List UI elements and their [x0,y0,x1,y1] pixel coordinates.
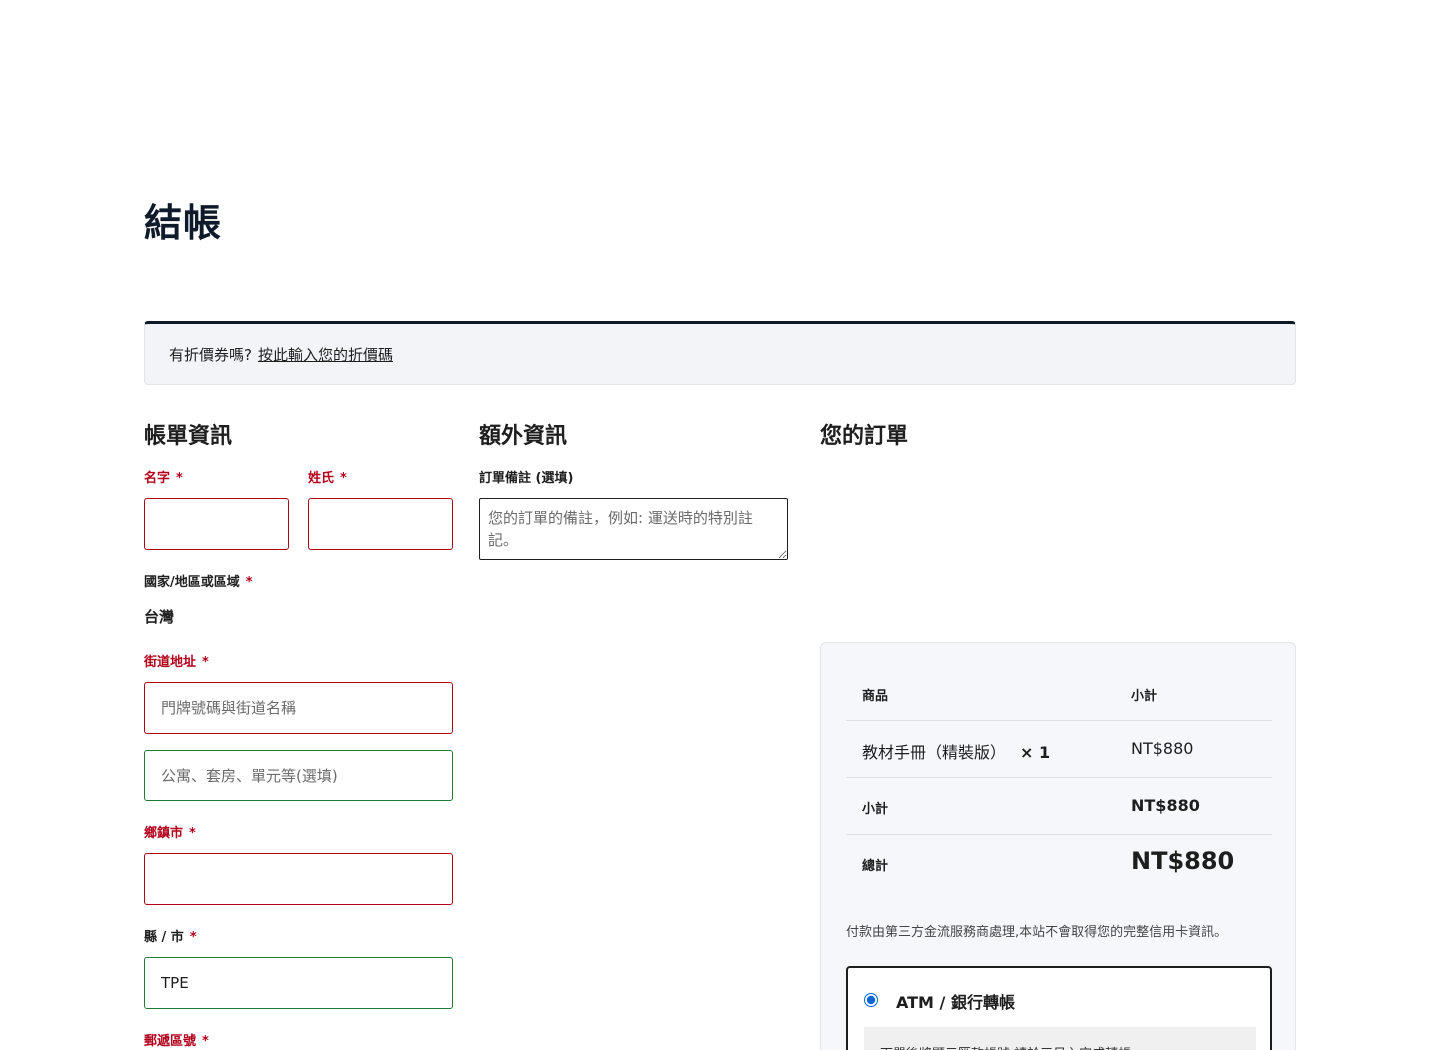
order-item-name: 教材手冊（精裝版） × 1 [862,739,1050,763]
address-line2-input[interactable] [144,750,453,801]
payment-method-atm[interactable]: ATM / 銀行轉帳 下單後將顯示匯款帳號,請於三日內完成轉帳。 [846,966,1272,1050]
order-table-header: 商品 小計 [846,663,1272,721]
order-item-price: NT$880 [1131,739,1194,758]
required-mark: * [176,471,183,486]
checkout-page: 結帳 有折價券嗎? 按此輸入您的折價碼 帳單資訊 名字 * 姓氏 * 國家/地區或區… [0,0,1440,1050]
city-label-text: 鄉鎮市 [144,826,184,841]
col-subtotal: 小計 [1131,689,1158,704]
last-name-label-text: 姓氏 [308,471,335,486]
total-label: 總計 [862,859,889,874]
payment-radio-atm[interactable] [864,993,878,1007]
address-label: 街道地址 * [144,651,209,670]
state-label: 縣 / 市 * [144,926,197,945]
required-mark: * [245,575,253,590]
postcode-label: 郵遞區號 * [144,1030,209,1049]
first-name-label-text: 名字 [144,471,171,486]
subtotal-value: NT$880 [1131,796,1200,815]
total-row: 總計 NT$880 [846,835,1272,895]
country-label: 國家/地區或區域 * [144,571,253,590]
country-value: 台灣 [144,608,175,626]
required-mark: * [340,471,347,486]
payment-method-desc: 下單後將顯示匯款帳號,請於三日內完成轉帳。 [864,1027,1256,1050]
order-table: 商品 小計 教材手冊（精裝版） × 1 NT$880 小計 NT$880 總計 N… [846,663,1272,895]
required-mark: * [189,826,196,841]
required-mark: * [202,655,209,670]
billing-heading: 帳單資訊 [144,424,233,449]
order-review: 商品 小計 教材手冊（精裝版） × 1 NT$880 小計 NT$880 總計 N… [820,642,1296,1050]
col-product: 商品 [862,689,889,704]
required-mark: * [202,1034,209,1049]
payment-method-label: ATM / 銀行轉帳 [896,993,1015,1012]
subtotal-label: 小計 [862,802,889,817]
page-title: 結帳 [144,201,223,245]
coupon-prompt: 有折價券嗎? [169,345,252,364]
coupon-notice: 有折價券嗎? 按此輸入您的折價碼 [144,321,1296,385]
first-name-input[interactable] [144,498,289,550]
coupon-link[interactable]: 按此輸入您的折價碼 [258,344,393,365]
item-name-text: 教材手冊（精裝版） [862,743,1007,762]
last-name-input[interactable] [308,498,453,550]
first-name-label: 名字 * [144,467,183,486]
state-label-text: 縣 / 市 [144,930,184,945]
address-label-text: 街道地址 [144,655,197,670]
city-input[interactable] [144,853,453,905]
city-label: 鄉鎮市 * [144,822,196,841]
address-line1-input[interactable] [144,682,453,734]
required-mark: * [189,930,197,945]
extra-heading: 額外資訊 [479,424,568,449]
subtotal-row: 小計 NT$880 [846,778,1272,835]
order-heading: 您的訂單 [820,424,909,449]
order-notes-input[interactable] [479,498,788,560]
total-value: NT$880 [1131,847,1235,875]
postcode-label-text: 郵遞區號 [144,1034,197,1049]
item-qty: × 1 [1020,743,1051,762]
payment-note: 付款由第三方金流服務商處理,本站不會取得您的完整信用卡資訊。 [846,925,1228,940]
state-input[interactable] [144,957,453,1009]
table-row: 教材手冊（精裝版） × 1 NT$880 [846,721,1272,778]
order-notes-label: 訂單備註 (選填) [479,471,574,486]
last-name-label: 姓氏 * [308,467,347,486]
country-label-text: 國家/地區或區域 [144,575,240,590]
